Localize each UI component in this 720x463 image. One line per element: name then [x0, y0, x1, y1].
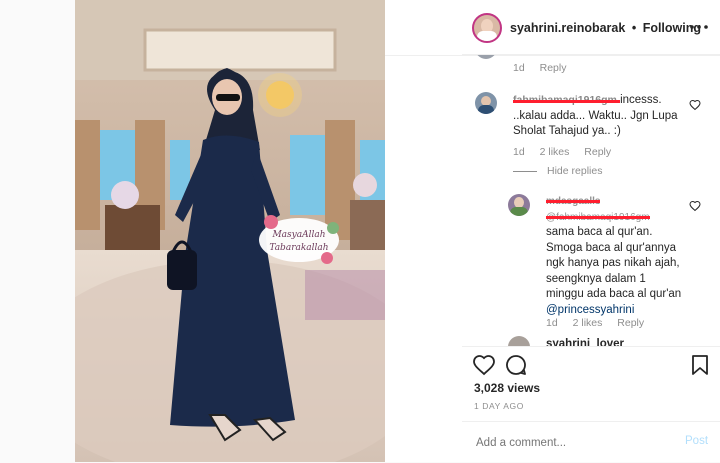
reply-line4: seengknya dalam 1 [546, 272, 646, 285]
post-media-video[interactable]: MasyaAllah Tabarakallah [75, 0, 385, 462]
top-comment-time: 1d [513, 62, 525, 74]
reply-line1: sama baca al qur'an. [546, 226, 653, 238]
reply-mention-redacted[interactable]: @fahmibamaqi1916gm [546, 210, 650, 226]
redaction-bar [546, 200, 601, 203]
comment-time: 1d [513, 146, 525, 158]
actions-divider [462, 346, 720, 347]
next-reply-username[interactable]: syahrini_lover [546, 337, 624, 346]
reply-line2: Smoga baca al qur'annya [546, 241, 677, 254]
redaction-bar [513, 100, 621, 103]
hide-replies-line [513, 170, 537, 172]
comment-line3: Sholat Tahajud ya.. :) [513, 125, 621, 137]
comment-reply[interactable]: Reply [584, 146, 611, 158]
hide-replies-label[interactable]: Hide replies [547, 165, 602, 177]
header-user-line: syahrini.reinobarak • Following [510, 21, 701, 35]
comment-line2: ..kalau adda... Waktu.. Jgn Lupa [513, 109, 678, 122]
sticker-text-line2: Tabarakallah [269, 243, 328, 253]
comments-list[interactable]: 1d Reply fahmibamaqi1916gm incesss. ..ka… [462, 55, 720, 346]
sticker-text-line1: MasyaAllah [271, 230, 325, 240]
avatar-body [477, 31, 497, 41]
reply-mention-link[interactable]: @princessyahrini [546, 304, 634, 316]
reply-likes[interactable]: 2 likes [573, 317, 603, 329]
view-count[interactable]: 3,028 views [474, 381, 540, 395]
comment-line1: incesss. [620, 94, 662, 106]
more-dots-icon [690, 25, 708, 29]
comment-avatar[interactable] [475, 92, 497, 114]
reply-meta: 1d 2 likes Reply [546, 317, 656, 329]
heart-icon[interactable] [472, 353, 496, 377]
post-time-ago[interactable]: 1 DAY AGO [474, 401, 524, 411]
reply-line5: minggu ada baca al qur'an [546, 288, 682, 300]
add-comment-bar: Post [462, 421, 720, 463]
comment-meta: 1d 2 likes Reply [513, 146, 623, 158]
comment-likes[interactable]: 2 likes [540, 146, 570, 158]
add-comment-input[interactable] [474, 433, 668, 453]
comment-username-redacted[interactable]: fahmibamaqi1916gm [513, 94, 621, 106]
partial-comment-avatar [475, 55, 497, 59]
header-separator: • [631, 21, 637, 35]
top-comment-meta: 1d Reply [513, 62, 578, 74]
top-comment-reply[interactable]: Reply [540, 62, 567, 74]
reply-text: mdasgaalls @fahmibamaqi1916gm sama baca … [546, 194, 691, 318]
bookmark-icon[interactable] [688, 353, 712, 377]
reply-username-redacted[interactable]: mdasgaalls [546, 194, 601, 210]
reply-line3: ngk hanya pas nikah ajah, [546, 257, 680, 269]
author-avatar[interactable] [472, 13, 502, 43]
comment-text: fahmibamaqi1916gm incesss. ..kalau adda.… [513, 93, 689, 140]
comment-like-heart-icon[interactable] [689, 99, 701, 111]
more-options-button[interactable] [688, 18, 710, 36]
hide-replies-button[interactable]: Hide replies [513, 165, 602, 177]
author-username[interactable]: syahrini.reinobarak [510, 21, 625, 35]
video-frame: MasyaAllah Tabarakallah [75, 0, 385, 462]
reply-time: 1d [546, 317, 558, 329]
reply-avatar[interactable] [508, 194, 530, 216]
comment-bubble-icon[interactable] [504, 353, 528, 377]
next-reply-avatar[interactable] [508, 336, 530, 346]
reply-reply[interactable]: Reply [617, 317, 644, 329]
redaction-bar [546, 215, 650, 219]
post-comment-button[interactable]: Post [685, 435, 708, 447]
reply-like-heart-icon[interactable] [689, 200, 701, 212]
